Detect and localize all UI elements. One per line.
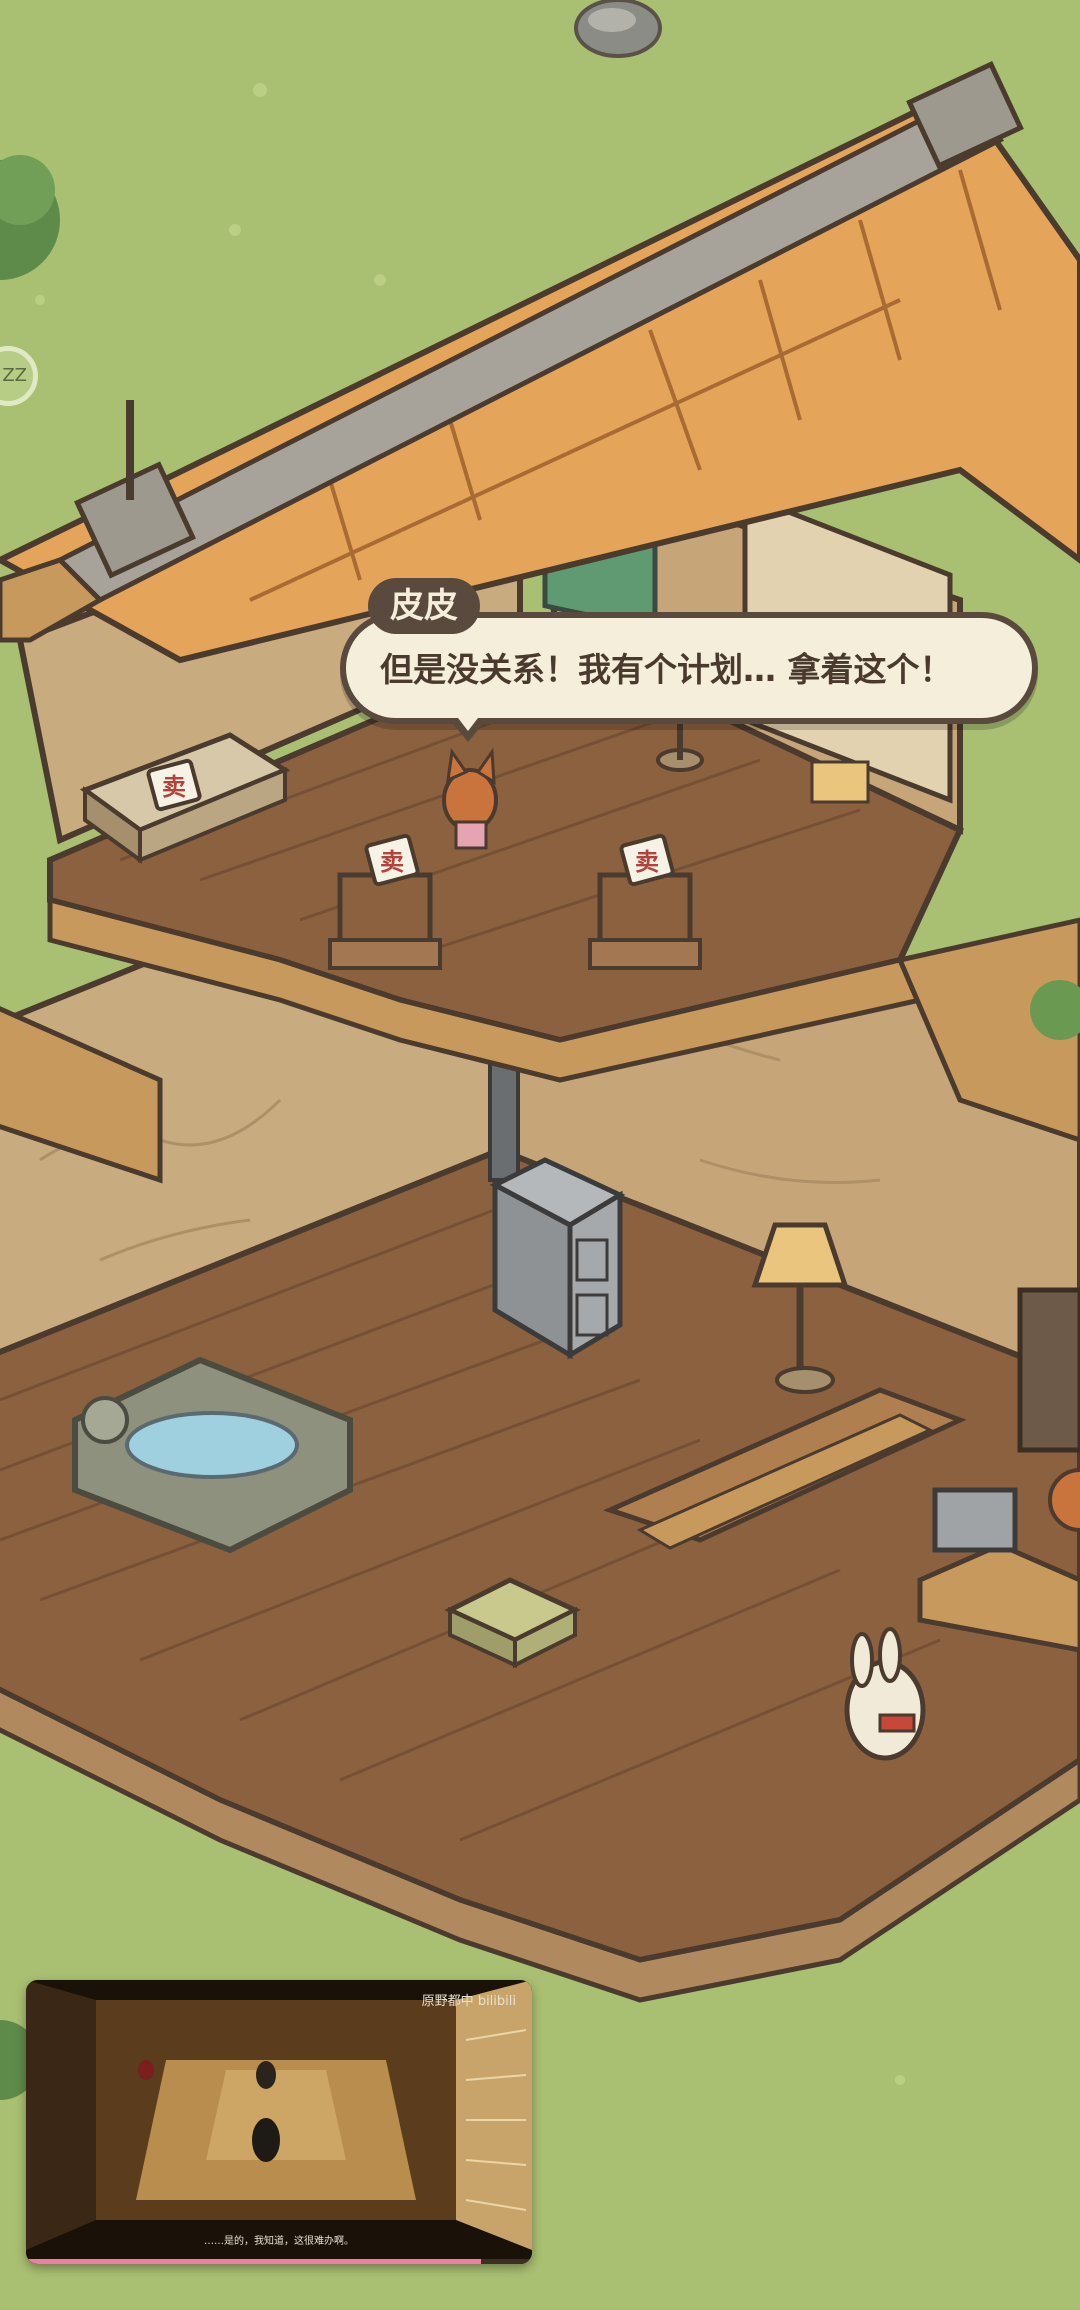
rock [574, 0, 662, 58]
sale-sign-1: 卖 [146, 758, 202, 812]
video-frame [26, 1980, 532, 2264]
video-channel-logo: 原野都中 bilibili [421, 1994, 516, 2009]
dialog-text: 但是没关系！我有个计划… 拿着这个！ [380, 650, 953, 689]
svg-text:卖: 卖 [162, 773, 186, 801]
sale-sign-2: 卖 [364, 833, 420, 887]
video-progress-fill [26, 2259, 482, 2264]
svg-text:卖: 卖 [635, 848, 659, 876]
sale-sign-3: 卖 [619, 833, 675, 887]
video-subtitle: ……是的，我知道，这很难办啊。 [204, 2236, 354, 2247]
pip-video-player[interactable]: 原野都中 bilibili ……是的，我知道，这很难办啊。 [26, 1980, 532, 2264]
pedestal-2 [588, 872, 702, 970]
video-progress-bar[interactable] [26, 2259, 532, 2264]
game-scene: 卖 卖 卖 [0, 0, 1080, 2310]
pedestal-1 [328, 872, 442, 970]
svg-text:卖: 卖 [380, 848, 404, 876]
speaker-name: 皮皮 [368, 578, 480, 634]
